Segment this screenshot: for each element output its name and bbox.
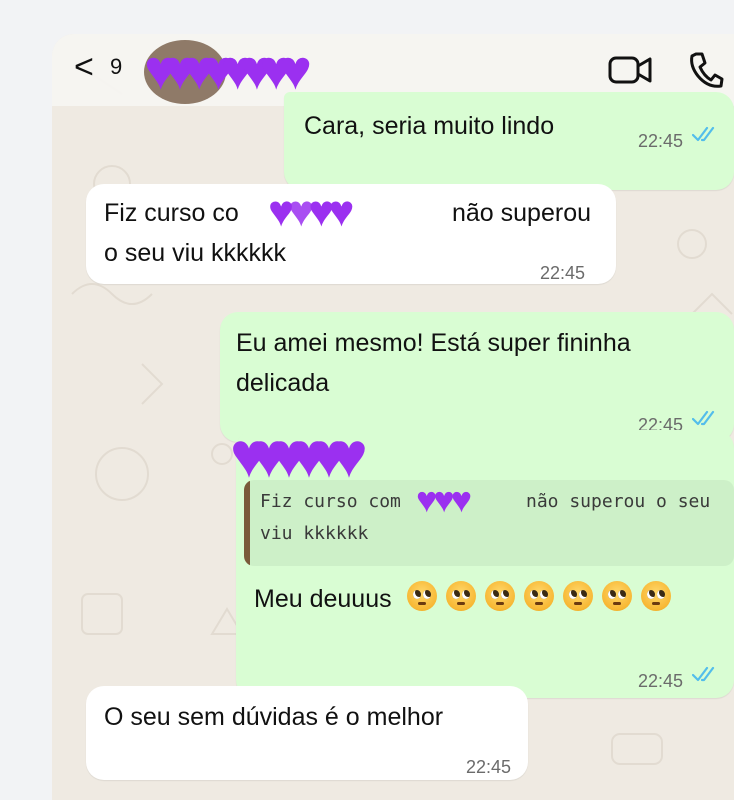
message-text: O seu sem dúvidas é o melhor bbox=[104, 703, 444, 731]
pleading-face-icon bbox=[601, 581, 632, 611]
read-ticks-icon bbox=[692, 126, 715, 142]
message-bubble-outgoing[interactable]: Cara, seria muito lindo 22:45 bbox=[284, 92, 734, 190]
heart-icon: ♥ bbox=[330, 419, 368, 491]
message-text-part1: Fiz curso co bbox=[104, 199, 239, 227]
read-ticks-icon bbox=[692, 410, 715, 426]
message-text: Meu deuuus bbox=[254, 580, 680, 618]
message-time: 22:45 bbox=[540, 263, 586, 283]
message-bubble-incoming[interactable]: O seu sem dúvidas é o melhor 22:45 bbox=[86, 686, 528, 780]
quote-text-part2: não superou o seu bbox=[526, 491, 711, 512]
pleading-face-icon bbox=[562, 581, 593, 611]
censor-hearts: ♥ ♥ ♥ ♥ bbox=[268, 190, 355, 234]
message-text-line2: delicada bbox=[236, 369, 330, 397]
pleading-face-icon bbox=[484, 581, 515, 611]
heart-icon: ♥ bbox=[328, 187, 355, 236]
chat-screen: < 9 ♥ ♥ ♥ ♥ ♥ ♥ ♥ ♥ Cara, seria muito li… bbox=[52, 34, 734, 800]
pleading-face-icon bbox=[406, 581, 437, 611]
heart-icon: ♥ bbox=[278, 38, 312, 101]
message-text-part2: não superou bbox=[452, 199, 592, 227]
censor-hearts: ♥ ♥ ♥ ♥ ♥ ♥ bbox=[230, 422, 368, 488]
quote-accent-bar bbox=[244, 480, 250, 566]
phone-call-icon[interactable] bbox=[688, 50, 724, 90]
message-time: 22:45 bbox=[638, 131, 684, 151]
pleading-face-icon bbox=[640, 581, 671, 611]
censor-hearts: ♥ ♥ ♥ ♥ ♥ ♥ ♥ ♥ bbox=[144, 40, 312, 100]
heart-icon: ♥ bbox=[450, 480, 473, 520]
read-ticks-icon bbox=[692, 666, 715, 682]
video-call-icon[interactable] bbox=[608, 52, 652, 88]
pleading-face-icon bbox=[445, 581, 476, 611]
emoji-row bbox=[406, 581, 680, 613]
message-bubble-incoming[interactable]: Fiz curso co não superou ♥ ♥ ♥ ♥ o seu v… bbox=[86, 184, 616, 284]
unread-count[interactable]: 9 bbox=[110, 54, 122, 80]
pleading-face-icon bbox=[523, 581, 554, 611]
chevron-left-icon[interactable]: < bbox=[74, 50, 94, 84]
message-text: Cara, seria muito lindo bbox=[304, 112, 555, 140]
message-time: 22:45 bbox=[466, 757, 512, 777]
message-time: 22:45 bbox=[638, 671, 684, 691]
message-text-words: Meu deuuus bbox=[254, 585, 392, 613]
heart-icon: ♥ bbox=[288, 187, 315, 236]
message-text-line2: o seu viu kkkkkk bbox=[104, 239, 287, 267]
quoted-message[interactable]: Fiz curso com não superou o seu viu kkkk… bbox=[244, 480, 734, 566]
quote-text-line2: viu kkkkkk bbox=[260, 523, 369, 544]
message-text-line1: Eu amei mesmo! Está super fininha bbox=[236, 329, 631, 357]
censor-hearts: ♥ ♥ ♥ bbox=[416, 482, 472, 518]
